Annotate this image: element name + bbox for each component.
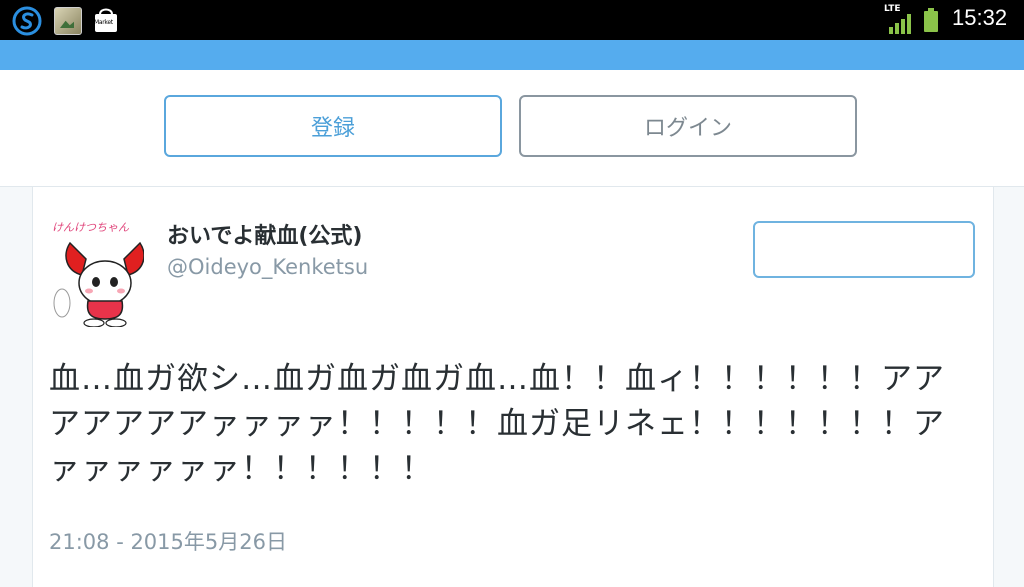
display-name[interactable]: おいでよ献血(公式)	[167, 218, 362, 250]
status-clock: 15:32	[952, 5, 1008, 30]
network-type-label: LTE	[884, 4, 901, 14]
tweet-timestamp[interactable]: 21:08 - 2015年5月26日	[49, 526, 287, 556]
signal-icon	[889, 14, 911, 34]
auth-bar: 登録 ログイン	[0, 70, 1024, 187]
tweet-card: けんけつちゃん おいでよ献血(公式) @Oideyo_Kenketsu 血…血ガ…	[32, 187, 994, 587]
screen-name[interactable]: @Oideyo_Kenketsu	[167, 255, 368, 279]
login-button[interactable]: ログイン	[519, 95, 857, 157]
status-bar: Market LTE 15:32	[0, 0, 1024, 40]
header-band	[0, 40, 1024, 70]
avatar-caption: けんけつちゃん	[52, 221, 130, 234]
photo-gallery-icon	[54, 7, 82, 35]
battery-icon	[924, 8, 938, 32]
signup-button[interactable]: 登録	[164, 95, 502, 157]
avatar[interactable]: けんけつちゃん	[48, 215, 144, 327]
market-label: Market	[94, 19, 113, 26]
tweet-text: 血…血ガ欲シ…血ガ血ガ血ガ血…血！！血ィ！！！！！！アアアアアアアァァァァ！！！…	[49, 361, 945, 487]
sync-icon	[12, 6, 42, 36]
follow-button[interactable]	[753, 221, 975, 278]
